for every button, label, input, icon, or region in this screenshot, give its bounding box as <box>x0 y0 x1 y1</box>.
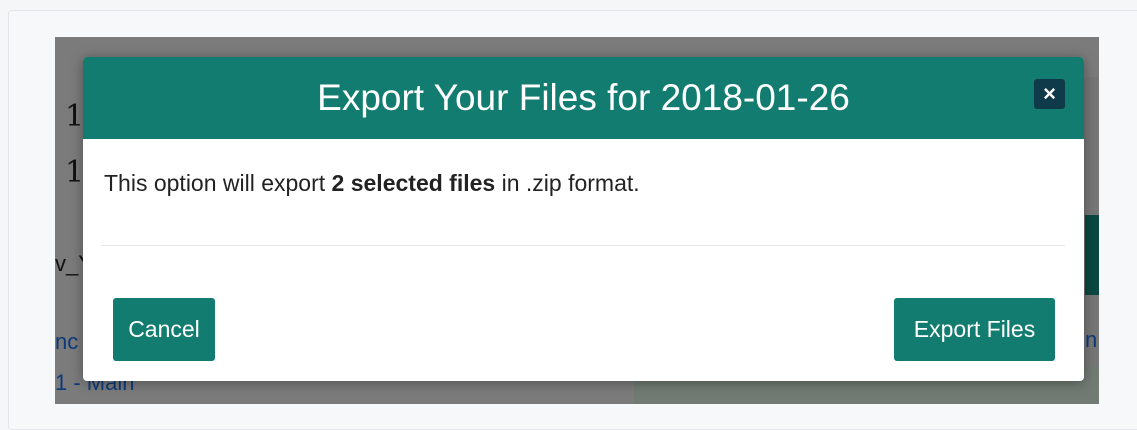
background-side-text: n <box>1085 327 1098 352</box>
background-teal-strip <box>1085 215 1099 295</box>
message-prefix: This option will export <box>104 170 332 196</box>
close-button[interactable]: × <box>1034 79 1065 109</box>
modal-divider <box>101 245 1065 246</box>
cancel-button[interactable]: Cancel <box>113 298 215 361</box>
modal-title: Export Your Files for 2018-01-26 <box>317 77 850 118</box>
background-link-1: nc <box>55 329 79 354</box>
modal-message: This option will export 2 selected files… <box>104 167 640 199</box>
export-files-button[interactable]: Export Files <box>894 298 1055 361</box>
export-modal: Export Your Files for 2018-01-26 × This … <box>83 57 1084 381</box>
selected-count: 2 selected files <box>331 170 496 196</box>
background-text-2: 1 <box>65 155 85 190</box>
modal-header: Export Your Files for 2018-01-26 × <box>83 57 1084 139</box>
background-text-1: 1 <box>65 99 85 134</box>
message-suffix: in .zip format. <box>495 170 640 196</box>
close-icon: × <box>1043 81 1056 106</box>
